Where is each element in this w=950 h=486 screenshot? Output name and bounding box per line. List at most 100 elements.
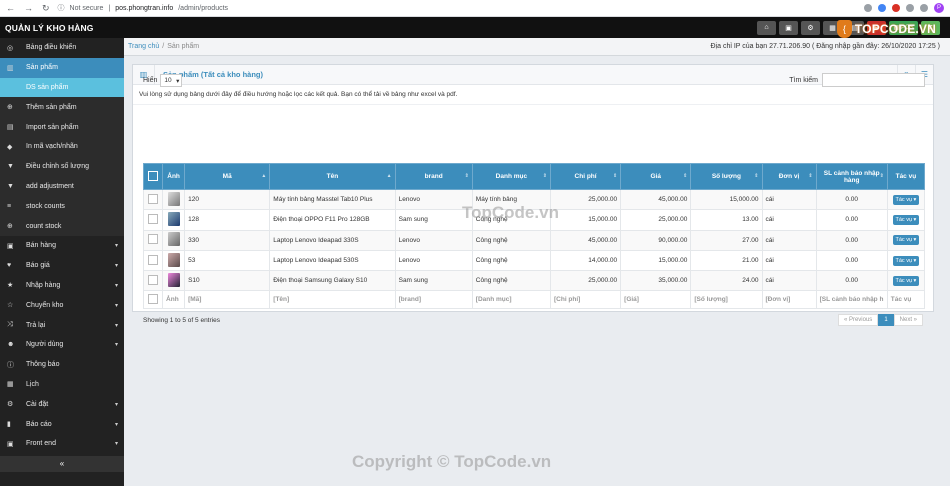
app-brand[interactable]: QUẢN LÝ KHO HÀNG xyxy=(0,23,124,33)
column-filter[interactable]: [brand] xyxy=(394,290,473,310)
row-checkbox[interactable] xyxy=(148,274,159,285)
column-filter[interactable]: [Giá] xyxy=(620,290,692,310)
prev-button[interactable]: « Previous xyxy=(837,314,879,326)
column-header[interactable]: Số lượng ⇕ xyxy=(690,163,763,190)
entries-info: Showing 1 to 5 of 5 entries xyxy=(143,317,220,324)
profile-avatar[interactable]: P xyxy=(934,3,944,13)
sidebar-item-label: Cài đặt xyxy=(26,400,49,408)
page-button[interactable]: 1 xyxy=(878,314,894,326)
home-icon[interactable]: ⌂ xyxy=(757,20,776,35)
row-checkbox[interactable] xyxy=(148,254,159,265)
table-row[interactable]: 120 Máy tính bảng Masstel Tab10 Plus Lenov… xyxy=(142,188,926,211)
extension-icon[interactable] xyxy=(906,4,914,12)
column-header[interactable]: SL cảnh báo nhập hàng ⇕ xyxy=(815,163,888,190)
column-filter[interactable]: [Danh mục] xyxy=(471,290,551,310)
column-filter[interactable]: [Đơn vị] xyxy=(761,290,817,310)
sidebar-item[interactable]: ▤ Import sản phẩm xyxy=(0,117,124,137)
product-image-cell xyxy=(162,229,186,251)
sidebar-item-label: Báo giá xyxy=(26,262,50,270)
page-size-select[interactable]: 10 ▾ xyxy=(160,74,183,87)
sidebar-item[interactable]: ▮ Báo cáo ▾ xyxy=(0,414,124,434)
select-all-checkbox[interactable] xyxy=(148,170,159,181)
sidebar-item[interactable]: ⚙ Cài đặt ▾ xyxy=(0,394,124,414)
sidebar-item[interactable]: ☻ Người dùng ▾ xyxy=(0,335,124,355)
column-filter[interactable]: Tác vụ xyxy=(886,290,926,310)
product-thumbnail[interactable] xyxy=(167,232,180,247)
product-thumbnail[interactable] xyxy=(167,211,180,226)
cell-qty: 24.00 xyxy=(690,270,763,292)
cell-qty: 27.00 xyxy=(690,229,763,251)
column-header[interactable]: Danh mục ⇕ xyxy=(471,163,551,190)
sidebar-item[interactable]: ♥ Báo giá ▾ xyxy=(0,256,124,276)
table-row[interactable]: 128 Điện thoại OPPO F11 Pro 128GB Sam sung… xyxy=(142,209,926,231)
sidebar-item[interactable]: ⓘ Thông báo xyxy=(0,355,124,375)
sidebar-item[interactable]: ☆ Chuyển kho ▾ xyxy=(0,295,124,315)
column-filter[interactable]: [Tên] xyxy=(269,290,396,310)
forward-icon[interactable]: → xyxy=(24,3,33,14)
sidebar-item[interactable]: ⊕ Thêm sản phẩm xyxy=(0,97,124,118)
plus-circle-icon: ⊕ xyxy=(7,223,13,231)
sidebar-item[interactable]: ▦ Lịch xyxy=(0,375,124,395)
sidebar-item[interactable]: ▣ Bán hàng ▾ xyxy=(0,236,124,256)
sidebar-item[interactable]: ◎ Bảng điều khiển xyxy=(0,38,124,58)
cell-unit: cái xyxy=(761,249,817,272)
column-header[interactable]: Ảnh xyxy=(162,163,186,190)
row-actions-button[interactable]: Tác vụ ▾ xyxy=(892,255,920,266)
address-bar[interactable]: ⓘ Not secure | pos.phongtran.info/admin/… xyxy=(58,3,229,13)
row-actions-button[interactable]: Tác vụ ▾ xyxy=(892,275,920,286)
breadcrumb-home[interactable]: Trang chủ xyxy=(128,43,159,50)
product-thumbnail[interactable] xyxy=(167,191,180,206)
table-row[interactable]: 330 Laptop Lenovo Ideapad 330S Lenovo Công … xyxy=(142,229,926,251)
sidebar-item-label: Trả lại xyxy=(26,321,46,329)
column-header[interactable]: Tên ▲ xyxy=(269,163,396,190)
sidebar-item[interactable]: ⤨ Trả lại ▾ xyxy=(0,315,124,335)
sidebar-item[interactable]: ▼ Điều chỉnh số lượng xyxy=(0,156,124,177)
column-header[interactable]: brand ⇕ xyxy=(394,163,473,190)
star-icon[interactable] xyxy=(864,4,872,12)
sidebar-item[interactable]: DS sản phẩm xyxy=(0,77,124,98)
row-checkbox[interactable] xyxy=(148,234,159,245)
cell-brand: Lenovo xyxy=(394,188,473,211)
table-row[interactable]: 53 Laptop Lenovo Ideapad 530S Lenovo Công n… xyxy=(142,249,926,272)
extension-icon[interactable] xyxy=(892,4,900,12)
column-header[interactable]: Chi phí ⇕ xyxy=(549,163,622,190)
product-thumbnail[interactable] xyxy=(167,252,180,267)
sidebar-collapse-button[interactable]: « xyxy=(0,455,124,472)
column-filter[interactable]: [Chi phí] xyxy=(549,290,622,310)
extension-icon[interactable] xyxy=(878,4,886,12)
row-actions-button[interactable]: Tác vụ ▾ xyxy=(892,194,920,205)
column-header[interactable]: Giá ⇕ xyxy=(620,163,692,190)
column-header[interactable]: Mã ▲ xyxy=(184,163,271,190)
search-input[interactable] xyxy=(822,73,925,87)
sidebar-item[interactable]: ▣ Front end ▾ xyxy=(0,434,124,454)
products-table: Ảnh Mã ▲ Tên ▲ brand ⇕ Danh mục ⇕ Chi phí ⇕ Giá ⇕ Số … xyxy=(142,163,926,310)
column-header[interactable]: Đơn vị ⇕ xyxy=(761,163,817,190)
sidebar-item[interactable]: ▥ Sản phẩm xyxy=(0,57,124,78)
column-header[interactable]: Tác vụ xyxy=(886,163,926,190)
reload-icon[interactable]: ↻ xyxy=(42,3,50,14)
sidebar-item[interactable]: ▼ add adjustment xyxy=(0,176,124,197)
cell-cost: 14,000.00 xyxy=(549,249,622,272)
table-row[interactable]: S10 Điện thoại Samsung Galaxy S10 Sam sung… xyxy=(142,270,926,292)
row-actions-button[interactable]: Tác vụ ▾ xyxy=(892,214,920,225)
puzzle-icon[interactable] xyxy=(920,4,928,12)
column-filter[interactable]: Ảnh xyxy=(162,290,186,310)
row-checkbox[interactable] xyxy=(148,213,159,224)
sidebar-item[interactable]: ◆ In mã vạch/nhãn xyxy=(0,136,124,157)
cart-icon[interactable]: ▣ xyxy=(779,20,798,35)
row-actions-button[interactable]: Tác vụ ▾ xyxy=(892,235,920,246)
column-filter[interactable]: [SL cảnh báo nhập h xyxy=(815,290,888,310)
column-filter[interactable]: [Mã] xyxy=(184,290,271,310)
next-button[interactable]: Next » xyxy=(893,314,923,326)
sidebar-item[interactable]: ⊕ count stock xyxy=(0,216,124,236)
cogs-icon[interactable]: ⚙ xyxy=(801,20,820,35)
sidebar-item[interactable]: ★ Nhập hàng ▾ xyxy=(0,276,124,296)
column-filter[interactable]: [Số lượng] xyxy=(690,290,763,310)
sidebar-item[interactable]: ≡ stock counts xyxy=(0,196,124,217)
cell-qty: 13.00 xyxy=(690,209,763,231)
sort-icon: ⇕ xyxy=(612,173,618,179)
back-icon[interactable]: ← xyxy=(6,3,15,14)
product-thumbnail[interactable] xyxy=(167,272,180,287)
footer-checkbox[interactable] xyxy=(148,293,159,304)
row-checkbox[interactable] xyxy=(148,193,159,204)
